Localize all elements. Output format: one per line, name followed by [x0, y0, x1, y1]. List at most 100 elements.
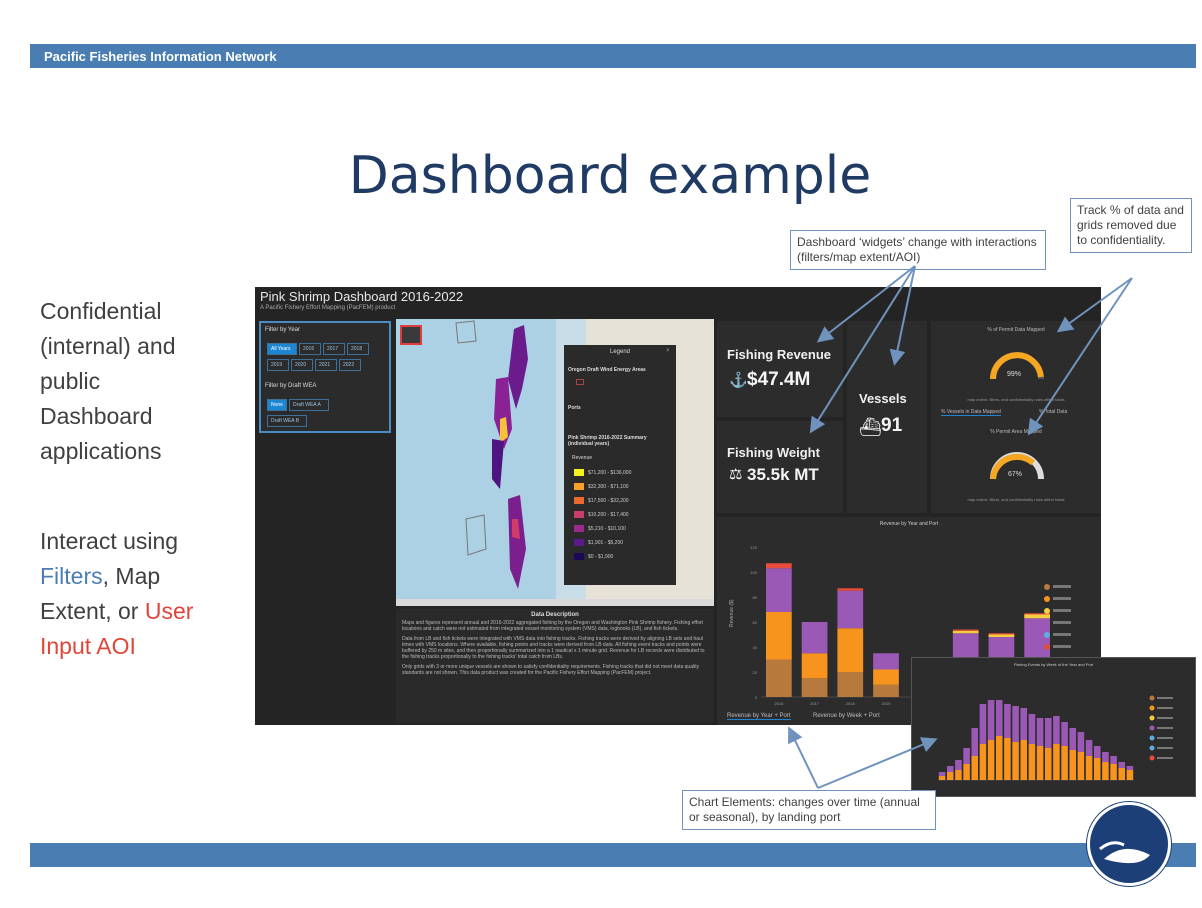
weight-card: Fishing Weight ⚖ 35.5k MT [717, 421, 843, 513]
bar-segment [1118, 762, 1126, 768]
bar-segment [1077, 752, 1085, 780]
dashboard-title: Pink Shrimp Dashboard 2016-2022 [260, 289, 464, 304]
weight-value: 35.5k MT [747, 465, 819, 484]
left-text-line: Extent, or User [40, 594, 240, 629]
year-chip[interactable]: All Years [267, 343, 297, 355]
chart-tab-year[interactable]: Revenue by Year + Port [727, 713, 791, 720]
year-chip[interactable]: 2021 [315, 359, 337, 371]
bar-segment [995, 736, 1003, 780]
legend-dot [1149, 695, 1155, 701]
year-chip[interactable]: 2018 [347, 343, 369, 355]
description-title: Data Description [531, 612, 579, 618]
header-title: Pacific Fisheries Information Network [44, 49, 277, 64]
bar-segment [971, 756, 979, 780]
bar-segment [1110, 764, 1117, 780]
bar-segment [987, 700, 995, 740]
bar-segment [801, 653, 828, 679]
left-text-line: Confidential [40, 298, 162, 324]
bar-segment [955, 760, 962, 770]
gauge-1-note: map extent, filters, and confidentiality… [967, 397, 1065, 402]
weight-icon: ⚖ [729, 466, 743, 483]
legend-swatch [574, 497, 584, 504]
gauge-2-title: % Permit Area Mapped [990, 429, 1042, 435]
bar-segment [952, 630, 979, 634]
legend-dot [1044, 596, 1050, 602]
data-description-panel: Data Description Maps and figures repres… [396, 609, 714, 723]
legend-text-bar [1157, 757, 1173, 759]
weekly-chart [938, 695, 1173, 781]
year-chip[interactable]: 2019 [267, 359, 289, 371]
bar-segment [979, 704, 987, 744]
year-chip[interactable]: 2016 [299, 343, 321, 355]
wea-symbol-icon [576, 379, 584, 385]
bar-segment [801, 622, 828, 654]
legend-swatch [574, 525, 584, 532]
legend-text-bar [1157, 747, 1173, 749]
gauges-card: % of Permit Data Mapped 99% map extent, … [931, 321, 1101, 513]
bar-segment [1012, 742, 1019, 780]
bar-segment [1053, 744, 1060, 780]
bar-segment [1036, 718, 1044, 746]
legend-class-label: $0 - $1,900 [588, 554, 614, 560]
bar-segment [1069, 750, 1077, 780]
slide-title: Dashboard example [348, 146, 872, 206]
fishing-icon: ⚓ [729, 372, 748, 389]
user-word: User [144, 598, 194, 624]
bar-segment [1044, 748, 1052, 780]
legend-swatch [574, 483, 584, 490]
wea-chip[interactable]: Draft WEA A [289, 399, 329, 411]
map-attribution [396, 599, 714, 606]
wea-chip[interactable]: Draft WEA B [267, 415, 307, 427]
chart-tab-week[interactable]: Revenue by Week + Port [813, 713, 880, 719]
y-tick-label: 0 [755, 695, 758, 700]
description-paragraph: Maps and figures represent annual and 20… [402, 620, 703, 632]
year-chip[interactable]: 2017 [323, 343, 345, 355]
legend-swatch [574, 469, 584, 476]
x-tick-label: 2016 [774, 701, 784, 706]
bar-segment [1126, 766, 1134, 770]
bar-segment [1069, 728, 1077, 750]
legend-dot [1044, 620, 1050, 626]
revenue-card: Fishing Revenue ⚓ $47.4M [717, 321, 843, 417]
bar-segment [1044, 718, 1052, 748]
description-paragraph: Only grids with 3 or more unique vessels… [402, 664, 700, 676]
legend-text-bar [1053, 645, 1071, 648]
bar-segment [1020, 740, 1028, 780]
gauge-arcs [990, 352, 1044, 480]
bar-segment [971, 728, 979, 756]
bar-segment [766, 659, 792, 697]
legend-dot [1149, 725, 1155, 731]
bar-segment [1012, 706, 1019, 742]
revenue-value: $47.4M [747, 369, 811, 390]
bar-segment [837, 672, 864, 697]
bar-segment [873, 669, 899, 685]
legend-class-label: $10,200 - $17,400 [588, 512, 629, 518]
bar-segment [987, 740, 995, 780]
legend-dot [1044, 584, 1050, 590]
bar-segment [1020, 708, 1028, 740]
pacfin-logo [1087, 802, 1171, 886]
year-chip[interactable]: 2022 [339, 359, 361, 371]
wea-chip[interactable]: None [267, 399, 287, 411]
legend-dot [1149, 735, 1155, 741]
bar-segment [946, 766, 954, 772]
legend-summary-title: Pink Shrimp 2016-2022 Summary (individua… [568, 435, 647, 447]
x-tick-label: 2019 [882, 701, 892, 706]
close-icon[interactable]: × [666, 348, 670, 354]
chart-elements-callout: Chart Elements: changes over time (annua… [682, 790, 936, 830]
legend-dot [1149, 755, 1155, 761]
bar-segment [1061, 722, 1068, 746]
year-chip[interactable]: 2020 [291, 359, 313, 371]
description-paragraph: Data from LB and fish tickets were integ… [402, 636, 705, 660]
bar-segment [1061, 746, 1068, 780]
legend-wea-title: Oregon Draft Wind Energy Areas [568, 367, 646, 373]
vessels-value: 91 [881, 415, 903, 436]
gauge-tab-total[interactable]: % Total Data [1039, 409, 1067, 415]
basemap-button[interactable] [400, 325, 422, 345]
bar-segment [1085, 756, 1093, 780]
map-view[interactable]: Legend × Oregon Draft Wind Energy Areas … [396, 319, 714, 604]
left-text-line: Filters, Map [40, 559, 240, 594]
legend-dot [1149, 745, 1155, 751]
gauge-tab-vessels[interactable]: % Vessels in Data Mapped [941, 409, 1001, 416]
left-text-line: applications [40, 438, 162, 464]
